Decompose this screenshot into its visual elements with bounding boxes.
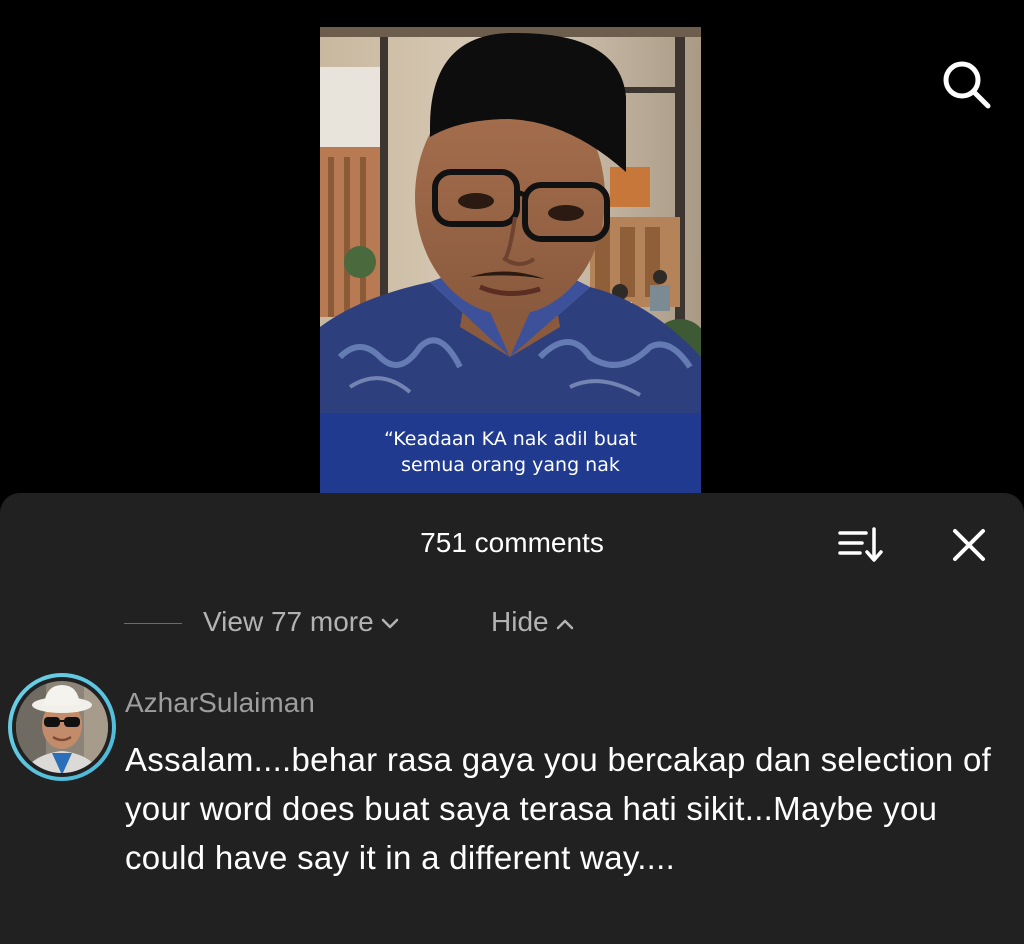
chevron-down-icon [381, 618, 398, 628]
view-more-label: View 77 more [203, 606, 374, 637]
replies-divider [124, 623, 182, 624]
screen: “Keadaan KA nak adil buat semua orang ya… [0, 0, 1024, 944]
caption-band: “Keadaan KA nak adil buat semua orang ya… [320, 413, 701, 497]
close-button[interactable] [946, 523, 992, 567]
comments-sheet: 751 comments View 77 more Hide AzharSula… [0, 493, 1024, 944]
search-button[interactable] [936, 54, 996, 114]
search-icon [943, 61, 991, 109]
comment-text: Assalam....behar rasa gaya you bercakap … [125, 741, 992, 876]
sort-icon [838, 527, 883, 562]
sort-button[interactable] [836, 523, 886, 567]
close-icon [953, 529, 985, 561]
chevron-up-icon [556, 619, 573, 629]
caption-line-1: “Keadaan KA nak adil buat [384, 428, 637, 450]
caption-line-2: semua orang yang nak [401, 454, 620, 476]
hide-replies-button[interactable]: Hide [491, 606, 575, 638]
avatar-image [8, 673, 116, 781]
video-player[interactable]: “Keadaan KA nak adil buat semua orang ya… [320, 27, 701, 497]
avatar[interactable] [6, 671, 118, 783]
comment-username[interactable]: AzharSulaiman [125, 687, 315, 719]
hide-label: Hide [491, 606, 549, 637]
replies-controls: View 77 more Hide [0, 603, 1024, 643]
video-frame [320, 27, 701, 413]
view-more-replies-button[interactable]: View 77 more [203, 606, 400, 638]
